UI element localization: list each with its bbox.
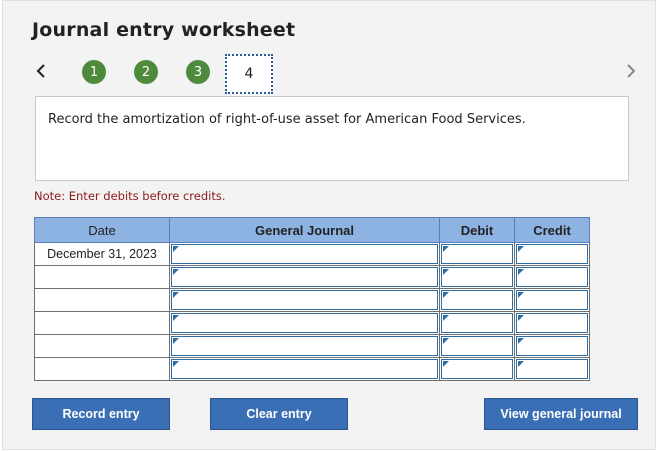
credit-cell[interactable] — [514, 288, 590, 312]
input-marker-icon — [443, 315, 449, 321]
account-cell[interactable] — [169, 357, 440, 381]
account-cell[interactable] — [169, 265, 440, 289]
journal-table: Date General Journal Debit Credit Decemb… — [34, 217, 590, 381]
credit-cell[interactable] — [514, 311, 590, 335]
step-3[interactable]: 3 — [186, 60, 210, 84]
dropdown-marker-icon — [173, 361, 179, 367]
journal-header-row: Date General Journal Debit Credit — [34, 217, 590, 243]
account-select[interactable] — [171, 313, 438, 333]
debit-cell[interactable] — [439, 311, 515, 335]
account-select[interactable] — [171, 244, 438, 264]
next-step-button[interactable] — [621, 60, 641, 82]
page-title: Journal entry worksheet — [32, 19, 296, 41]
step-4-current[interactable]: 4 — [225, 54, 273, 94]
debit-cell[interactable] — [439, 357, 515, 381]
dropdown-marker-icon — [173, 269, 179, 275]
input-marker-icon — [518, 269, 524, 275]
account-cell[interactable] — [169, 242, 440, 266]
credit-cell[interactable] — [514, 265, 590, 289]
credit-input[interactable] — [516, 359, 588, 379]
debit-input[interactable] — [441, 267, 513, 287]
account-select[interactable] — [171, 290, 438, 310]
date-cell — [34, 265, 170, 289]
input-marker-icon — [443, 361, 449, 367]
record-entry-button[interactable]: Record entry — [32, 398, 170, 430]
table-row: December 31, 2023 — [34, 242, 590, 266]
dropdown-marker-icon — [173, 338, 179, 344]
debit-cell[interactable] — [439, 334, 515, 358]
debit-input[interactable] — [441, 336, 513, 356]
worksheet-panel: Journal entry worksheet 1 2 3 4 Record t… — [2, 0, 656, 450]
table-row — [34, 334, 590, 358]
step-2[interactable]: 2 — [134, 60, 158, 84]
previous-step-button[interactable] — [31, 60, 51, 82]
date-cell — [34, 334, 170, 358]
input-marker-icon — [443, 269, 449, 275]
table-row — [34, 311, 590, 335]
account-cell[interactable] — [169, 311, 440, 335]
input-marker-icon — [518, 315, 524, 321]
dropdown-marker-icon — [173, 246, 179, 252]
date-cell — [34, 311, 170, 335]
credit-cell[interactable] — [514, 357, 590, 381]
input-marker-icon — [443, 292, 449, 298]
credit-input[interactable] — [516, 336, 588, 356]
debit-input[interactable] — [441, 359, 513, 379]
input-marker-icon — [518, 292, 524, 298]
debit-cell[interactable] — [439, 265, 515, 289]
credit-input[interactable] — [516, 267, 588, 287]
table-row — [34, 265, 590, 289]
dropdown-marker-icon — [173, 315, 179, 321]
credit-cell[interactable] — [514, 334, 590, 358]
credit-input[interactable] — [516, 290, 588, 310]
debit-input[interactable] — [441, 290, 513, 310]
table-row — [34, 288, 590, 312]
date-cell — [34, 288, 170, 312]
debit-input[interactable] — [441, 313, 513, 333]
instruction-text: Record the amortization of right-of-use … — [48, 112, 526, 127]
input-marker-icon — [518, 246, 524, 252]
table-row — [34, 357, 590, 381]
input-marker-icon — [518, 361, 524, 367]
col-header-debit: Debit — [439, 217, 515, 243]
debit-cell[interactable] — [439, 242, 515, 266]
chevron-right-icon — [627, 64, 636, 78]
col-header-general-journal: General Journal — [169, 217, 440, 243]
chevron-left-icon — [36, 64, 45, 78]
view-general-journal-button[interactable]: View general journal — [484, 398, 638, 430]
credit-cell[interactable] — [514, 242, 590, 266]
account-select[interactable] — [171, 336, 438, 356]
input-marker-icon — [443, 246, 449, 252]
input-marker-icon — [518, 338, 524, 344]
col-header-date: Date — [34, 217, 170, 243]
input-marker-icon — [443, 338, 449, 344]
debit-credit-note: Note: Enter debits before credits. — [34, 189, 226, 203]
debit-cell[interactable] — [439, 288, 515, 312]
debit-input[interactable] — [441, 244, 513, 264]
date-cell — [34, 357, 170, 381]
step-1[interactable]: 1 — [82, 60, 106, 84]
account-select[interactable] — [171, 359, 438, 379]
account-select[interactable] — [171, 267, 438, 287]
col-header-credit: Credit — [514, 217, 590, 243]
account-cell[interactable] — [169, 288, 440, 312]
credit-input[interactable] — [516, 244, 588, 264]
credit-input[interactable] — [516, 313, 588, 333]
account-cell[interactable] — [169, 334, 440, 358]
dropdown-marker-icon — [173, 292, 179, 298]
clear-entry-button[interactable]: Clear entry — [210, 398, 348, 430]
date-cell: December 31, 2023 — [34, 242, 170, 266]
instruction-box: Record the amortization of right-of-use … — [35, 96, 629, 181]
